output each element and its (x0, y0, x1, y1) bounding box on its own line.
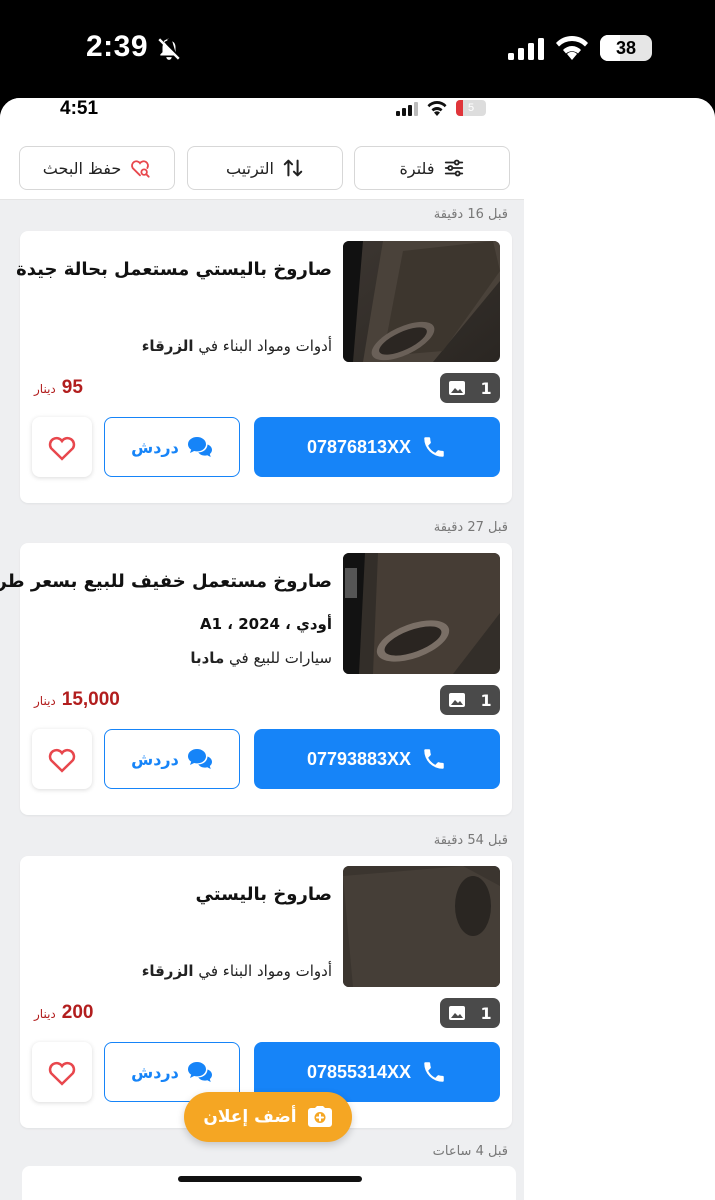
signal-icon (396, 102, 418, 116)
phone-icon (424, 749, 444, 769)
wifi-icon (427, 101, 447, 116)
battery-indicator: 38 (600, 35, 652, 61)
phone-icon (424, 1062, 444, 1082)
favorite-button[interactable] (32, 417, 92, 477)
listing-thumbnail[interactable] (343, 553, 500, 674)
sliders-icon (444, 159, 463, 177)
outer-clock: 2:39 (86, 30, 149, 63)
save-search-button[interactable]: حفظ البحث (19, 146, 175, 190)
filter-label: فلترة (399, 158, 435, 178)
sort-arrows-icon (283, 159, 303, 177)
listing-price: 200 دينار (34, 1002, 94, 1023)
chat-bubbles-icon (187, 749, 212, 769)
heart-icon (48, 748, 76, 773)
listing-time: قبل 4 ساعات (432, 1144, 508, 1159)
call-button[interactable]: 07793883XX (254, 729, 500, 789)
listing-price: 95 دينار (34, 377, 83, 398)
wifi-icon (556, 36, 588, 60)
heart-search-icon (131, 160, 150, 178)
battery-indicator: 5 (456, 100, 486, 116)
save-search-label: حفظ البحث (42, 158, 122, 178)
listing-thumbnail[interactable] (343, 241, 500, 362)
listing-title[interactable]: صاروخ باليستي (196, 884, 332, 905)
listing-time: قبل 27 دقيقة (433, 520, 508, 535)
listing-location: سيارات للبيع في مادبا (190, 649, 332, 667)
listing-time: قبل 16 دقيقة (433, 207, 508, 222)
blank-area (524, 98, 715, 1200)
listing-title[interactable]: صاروخ مستعمل خفيف للبيع بسعر طري (0, 571, 332, 592)
signal-icon (508, 38, 544, 60)
listing-card[interactable]: صاروخ باليستي مستعمل بحالة جيدة أدوات وم… (16, 231, 512, 503)
listings-app: 4:51 5 فلترة الترتيب حفظ البحث قبل 16 دق… (0, 98, 524, 1200)
listing-time: قبل 54 دقيقة (433, 833, 508, 848)
heart-icon (48, 436, 76, 461)
image-icon (449, 381, 466, 395)
chat-button[interactable]: دردش (104, 729, 240, 789)
listing-card[interactable]: صاروخ باليستي أدوات ومواد البناء في الزر… (20, 856, 512, 1128)
heart-icon (48, 1061, 76, 1086)
phone-icon (424, 437, 444, 457)
listing-title[interactable]: صاروخ باليستي مستعمل بحالة جيدة (16, 259, 332, 280)
chat-button[interactable]: دردش (104, 417, 240, 477)
outer-status-bar: 2:39 38 (0, 0, 715, 98)
home-indicator (178, 1176, 362, 1182)
favorite-button[interactable] (32, 1042, 92, 1102)
listing-specs: أودي ، A1 ، 2024 (200, 615, 332, 633)
bell-slash-icon (158, 38, 180, 60)
image-count-badge: 1 (440, 998, 500, 1028)
image-count-badge: 1 (440, 685, 500, 715)
inner-status-bar: 4:51 5 (0, 98, 524, 138)
inner-clock: 4:51 (60, 98, 99, 119)
chat-bubbles-icon (187, 437, 212, 457)
sort-button[interactable]: الترتيب (187, 146, 343, 190)
add-listing-label: أضف إعلان (203, 1107, 297, 1127)
image-count-badge: 1 (440, 373, 500, 403)
call-button[interactable]: 07876813XX (254, 417, 500, 477)
chat-bubbles-icon (187, 1062, 212, 1082)
favorite-button[interactable] (32, 729, 92, 789)
add-camera-icon (307, 1106, 332, 1127)
listing-card[interactable] (22, 1166, 516, 1200)
listing-thumbnail[interactable] (343, 866, 500, 987)
filter-toolbar: فلترة الترتيب حفظ البحث (0, 138, 524, 200)
listing-location: أدوات ومواد البناء في الزرقاء (141, 962, 332, 980)
filter-button[interactable]: فلترة (354, 146, 510, 190)
listing-location: أدوات ومواد البناء في الزرقاء (141, 337, 332, 355)
listing-card[interactable]: صاروخ مستعمل خفيف للبيع بسعر طري أودي ، … (0, 543, 512, 815)
sort-label: الترتيب (226, 158, 274, 178)
image-icon (449, 693, 466, 707)
inner-screenshot: 4:51 5 فلترة الترتيب حفظ البحث قبل 16 دق… (0, 98, 715, 1200)
listing-price: 15,000 دينار (34, 689, 120, 710)
image-icon (449, 1006, 466, 1020)
add-listing-button[interactable]: أضف إعلان (184, 1092, 352, 1142)
